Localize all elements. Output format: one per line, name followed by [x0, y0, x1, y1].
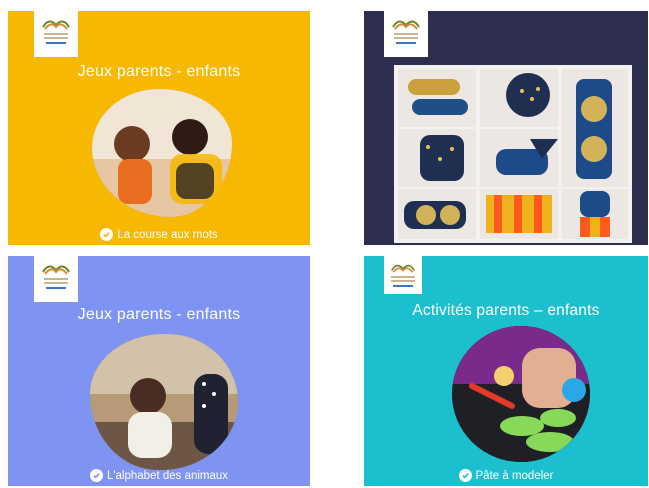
book-logo-icon: [42, 265, 70, 275]
collage-step-2: [480, 69, 558, 127]
brand-logo: [34, 11, 78, 57]
caption-text: L'alphabet des animaux: [106, 469, 229, 482]
card-jeux-course-aux-mots[interactable]: Jeux parents - enfants La course aux mot…: [8, 11, 310, 245]
book-logo-icon: [392, 20, 420, 30]
card-caption: La course aux mots: [8, 228, 310, 241]
card-rocket-collage[interactable]: [364, 11, 648, 245]
collage-step-4: [398, 129, 476, 187]
check-circle-icon: [458, 469, 472, 482]
brand-logo: [34, 256, 78, 302]
card-title: Jeux parents - enfants: [77, 306, 241, 323]
book-logo-icon: [42, 20, 70, 30]
child-playing-photo: [90, 334, 238, 470]
brand-logo: [384, 11, 428, 57]
card-title: Activités parents – enfants: [412, 302, 600, 319]
paper-rocket-collage: [394, 65, 632, 243]
collage-step-3: [562, 69, 628, 187]
parent-child-photo: [92, 89, 232, 217]
card-title: Jeux parents - enfants: [77, 63, 241, 80]
card-pate-a-modeler[interactable]: Activités parents – enfants Pâte à model…: [364, 256, 648, 486]
collage-step-1: [398, 69, 476, 127]
check-circle-icon: [100, 228, 114, 241]
check-circle-icon: [89, 469, 103, 482]
play-dough-photo: [452, 326, 590, 462]
collage-step-5: [480, 129, 558, 187]
brand-logo: [384, 256, 422, 294]
book-logo-icon: [390, 264, 416, 273]
caption-text: La course aux mots: [117, 228, 218, 241]
card-jeux-alphabet-animaux[interactable]: Jeux parents - enfants L'alphabet des an…: [8, 256, 310, 486]
collage-step-7: [480, 189, 558, 239]
collage-step-6: [398, 189, 476, 239]
caption-text: Pâte à modeler: [475, 469, 554, 482]
card-caption: Pâte à modeler: [364, 469, 648, 482]
card-caption: L'alphabet des animaux: [8, 469, 310, 482]
collage-step-8: [562, 189, 628, 239]
